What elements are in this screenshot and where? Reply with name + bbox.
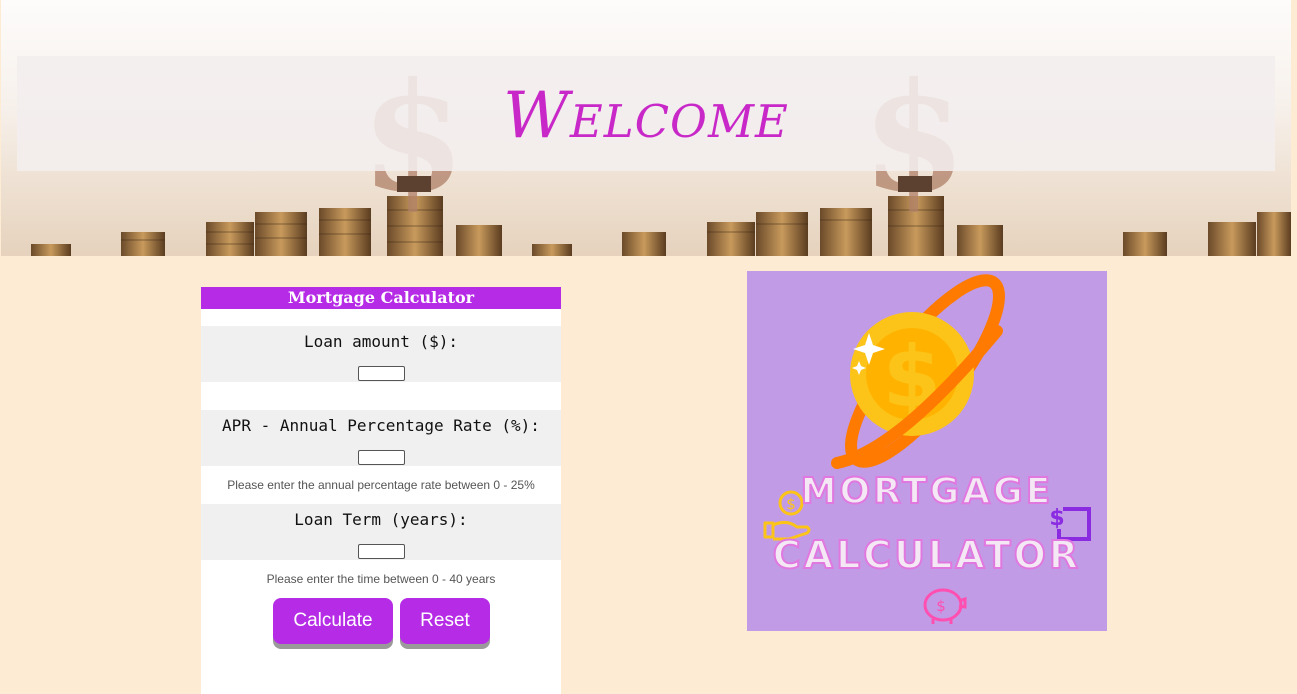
piggy-bank-icon: $ — [923, 588, 967, 624]
loan-amount-group: Loan amount ($): — [201, 326, 561, 382]
loan-amount-label: Loan amount ($): — [303, 332, 459, 351]
svg-text:$: $ — [936, 597, 946, 615]
logo-line-2: CALCULATOR — [772, 532, 1082, 578]
svg-text:$: $ — [883, 328, 941, 426]
planet-coin-illustration: $ — [831, 274, 1005, 469]
calculate-button[interactable]: Calculate — [273, 598, 393, 644]
loan-term-hint: Please enter the time between 0 - 40 yea… — [266, 572, 496, 586]
apr-label: APR - Annual Percentage Rate (%): — [222, 416, 540, 435]
calculator-title: Mortgage Calculator — [201, 287, 561, 309]
logo-line-1: MORTGAGE — [800, 470, 1054, 513]
welcome-heading: Welcome — [503, 78, 789, 153]
header-banner: $ $ Welcome — [1, 0, 1291, 256]
apr-hint: Please enter the annual percentage rate … — [227, 478, 535, 492]
loan-amount-input[interactable] — [357, 366, 405, 381]
apr-input[interactable] — [357, 450, 405, 465]
loan-term-input[interactable] — [357, 544, 405, 559]
mortgage-calculator-logo: $ $ $ MORTGAGE CALCULATOR $ — [747, 271, 1107, 631]
reset-button[interactable]: Reset — [400, 598, 490, 644]
loan-term-group: Loan Term (years): — [201, 504, 561, 560]
mortgage-calculator-form: Mortgage Calculator Loan amount ($): APR… — [201, 287, 561, 694]
welcome-box: Welcome — [17, 56, 1275, 171]
loan-term-label: Loan Term (years): — [294, 510, 468, 529]
apr-group: APR - Annual Percentage Rate (%): — [201, 410, 561, 466]
